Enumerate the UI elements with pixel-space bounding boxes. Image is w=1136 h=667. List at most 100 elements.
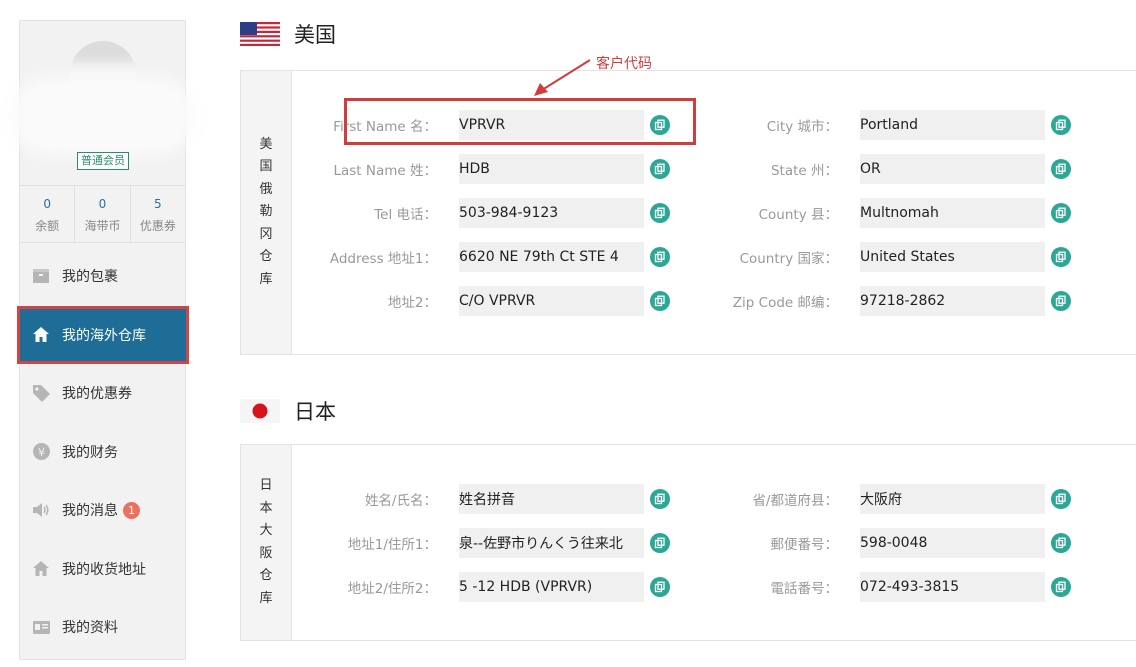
country-title: 美国 xyxy=(294,23,336,47)
field-value[interactable]: United States xyxy=(860,242,1045,272)
field-label: Address 地址1： xyxy=(329,251,437,267)
field-value[interactable]: C/O VPRVR xyxy=(459,286,644,316)
warehouse-char: 仓 xyxy=(259,249,273,265)
copy-icon[interactable] xyxy=(1051,577,1071,597)
field-label: Last Name 姓： xyxy=(333,163,437,179)
sidebar: 普通会员 0 余额 0 海带币 5 优惠券 我的包裹 我的海外仓库 我的优惠券 … xyxy=(10,20,195,660)
field-jp-address1: 地址1/住所1： 泉--佐野市りんくう往来北 xyxy=(319,528,670,558)
field-label: State 州： xyxy=(770,163,838,179)
field-label: 電話番号： xyxy=(770,581,839,597)
field-value[interactable]: 5 -12 HDB (VPRVR) xyxy=(459,572,644,602)
sidebar-item-label: 我的资料 xyxy=(62,620,118,637)
stat-coins[interactable]: 0 海带币 xyxy=(75,186,131,242)
field-value[interactable]: 503-984-9123 xyxy=(459,198,644,228)
stat-coins-label: 海带币 xyxy=(84,219,121,233)
field-tel: Tel 电话： 503-984-9123 xyxy=(319,198,670,228)
copy-icon[interactable] xyxy=(650,291,670,311)
sidebar-nav: 我的包裹 我的海外仓库 我的优惠券 ¥ 我的财务 我的消息 1 我的收货地址 我… xyxy=(17,247,189,657)
sidebar-item-addresses[interactable]: 我的收货地址 xyxy=(20,540,185,599)
copy-icon[interactable] xyxy=(650,203,670,223)
field-label: Country 国家： xyxy=(739,251,838,267)
field-value[interactable]: OR xyxy=(860,154,1045,184)
field-phone: 電話番号： 072-493-3815 xyxy=(720,572,1071,602)
stat-coupons[interactable]: 5 优惠券 xyxy=(131,186,185,242)
field-address1: Address 地址1： 6620 NE 79th Ct STE 4 xyxy=(319,242,670,272)
sidebar-item-messages[interactable]: 我的消息 1 xyxy=(20,481,185,540)
stat-balance-label: 余额 xyxy=(35,219,60,233)
field-value[interactable]: 泉--佐野市りんくう往来北 xyxy=(459,528,644,558)
sidebar-item-label: 我的收货地址 xyxy=(62,561,146,578)
username-blurred xyxy=(10,76,195,156)
copy-icon[interactable] xyxy=(1051,247,1071,267)
field-value[interactable]: Portland xyxy=(860,110,1045,140)
svg-text:¥: ¥ xyxy=(38,446,45,459)
copy-icon[interactable] xyxy=(1051,533,1071,553)
sidebar-item-packages[interactable]: 我的包裹 xyxy=(20,247,185,306)
warehouse-char: 阪 xyxy=(259,545,273,561)
japan-header: 日本 xyxy=(240,396,336,426)
sidebar-item-overseas-warehouse[interactable]: 我的海外仓库 xyxy=(17,305,189,364)
copy-icon[interactable] xyxy=(1051,159,1071,179)
sidebar-item-finance[interactable]: ¥ 我的财务 xyxy=(20,423,185,482)
field-zip: Zip Code 邮编： 97218-2862 xyxy=(720,286,1071,316)
copy-icon[interactable] xyxy=(1051,203,1071,223)
sidebar-item-label: 我的优惠券 xyxy=(62,386,132,403)
usa-header: 美国 xyxy=(240,19,336,49)
field-value[interactable]: 598-0048 xyxy=(860,528,1045,558)
field-value[interactable]: HDB xyxy=(459,154,644,184)
copy-icon[interactable] xyxy=(1051,115,1071,135)
field-country: Country 国家： United States xyxy=(720,242,1071,272)
copy-icon[interactable] xyxy=(650,489,670,509)
tag-icon xyxy=(32,384,50,402)
field-jp-address2: 地址2/住所2： 5 -12 HDB (VPRVR) xyxy=(319,572,670,602)
field-value[interactable]: Multnomah xyxy=(860,198,1045,228)
field-county: County 县： Multnomah xyxy=(720,198,1071,228)
field-last-name: Last Name 姓： HDB xyxy=(319,154,670,184)
field-value[interactable]: 97218-2862 xyxy=(860,286,1045,316)
warehouse-name: 日 本 大 阪 仓 库 xyxy=(241,445,292,640)
copy-icon[interactable] xyxy=(650,247,670,267)
field-label: 地址2/住所2： xyxy=(347,581,437,597)
field-value[interactable]: 大阪府 xyxy=(860,484,1045,514)
warehouse-char: 仓 xyxy=(259,568,273,583)
account-stats: 0 余额 0 海带币 5 优惠券 xyxy=(20,185,185,243)
warehouse-char: 库 xyxy=(259,271,273,287)
copy-icon[interactable] xyxy=(650,159,670,179)
stat-balance-value: 0 xyxy=(43,197,51,211)
copy-icon[interactable] xyxy=(650,577,670,597)
field-address2: 地址2： C/O VPRVR xyxy=(319,286,670,316)
copy-icon[interactable] xyxy=(1051,489,1071,509)
jp-flag-icon xyxy=(240,399,280,423)
sidebar-item-coupons[interactable]: 我的优惠券 xyxy=(20,364,185,423)
stat-balance[interactable]: 0 余额 xyxy=(20,186,76,242)
sidebar-item-label: 我的财务 xyxy=(62,444,118,461)
warehouse-char: 日 xyxy=(259,478,273,493)
field-label: Tel 电话： xyxy=(374,207,437,223)
annotation-label: 客户代码 xyxy=(596,56,652,72)
warehouse-char: 冈 xyxy=(259,226,273,242)
us-flag-icon xyxy=(240,22,280,46)
sidebar-item-label: 我的海外仓库 xyxy=(62,327,146,344)
field-value[interactable]: 072-493-3815 xyxy=(860,572,1045,602)
house-icon xyxy=(32,560,50,578)
package-icon xyxy=(32,267,50,285)
sidebar-item-profile[interactable]: 我的资料 xyxy=(20,598,185,657)
field-name: 姓名/氏名： 姓名拼音 xyxy=(319,484,670,514)
sidebar-item-label: 我的包裹 xyxy=(62,269,118,286)
field-value[interactable]: 6620 NE 79th Ct STE 4 xyxy=(459,242,644,272)
warehouse-char: 美 xyxy=(259,136,273,152)
id-card-icon xyxy=(32,618,50,636)
copy-icon[interactable] xyxy=(650,533,670,553)
country-title: 日本 xyxy=(294,400,336,424)
field-label: 郵便番号： xyxy=(770,537,839,553)
copy-icon[interactable] xyxy=(1051,291,1071,311)
annotation-arrow-icon xyxy=(534,59,591,96)
home-icon xyxy=(32,326,50,344)
field-value[interactable]: 姓名拼音 xyxy=(459,484,644,514)
sidebar-item-label: 我的消息 xyxy=(62,503,118,520)
stat-coins-value: 0 xyxy=(98,197,107,211)
warehouse-char: 国 xyxy=(259,159,273,175)
unread-badge: 1 xyxy=(123,501,140,519)
field-label: Zip Code 邮编： xyxy=(732,295,838,311)
field-label: 姓名/氏名： xyxy=(364,493,437,509)
